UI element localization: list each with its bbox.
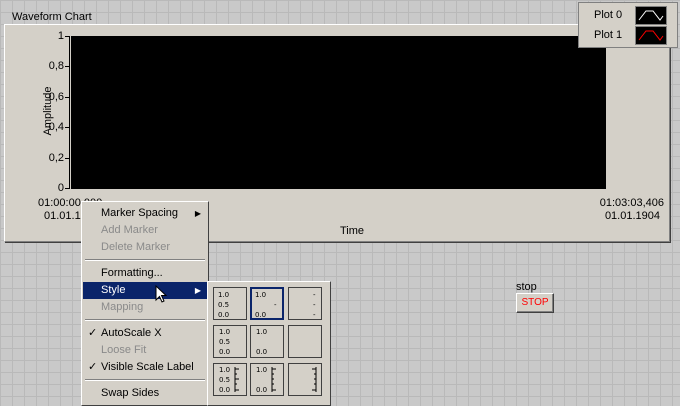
scale-style-tick: 1.0	[219, 366, 231, 374]
mouse-cursor-icon	[155, 285, 168, 303]
x-start-date: 01.01.1	[44, 210, 81, 222]
scale-style-option[interactable]: 1.0 0.5 0.0	[213, 325, 247, 358]
scale-style-tick: -	[313, 311, 316, 319]
scale-style-option[interactable]: 1.0 0.5 0.0	[213, 287, 247, 320]
submenu-arrow-icon: ▶	[194, 286, 201, 295]
menu-item-add-marker: Add Marker	[83, 222, 207, 239]
style-submenu: 1.0 0.5 0.0 1.0 - 0.0 - - - 1.0 0.5 0.0 …	[207, 281, 331, 406]
scale-style-tick: 0.0	[256, 348, 268, 356]
menu-item-label: Marker Spacing	[101, 207, 179, 219]
y-tick-mark	[65, 158, 70, 159]
legend-item-plot-0[interactable]: Plot 0	[581, 5, 675, 25]
menu-item-label: Delete Marker	[101, 241, 171, 253]
scale-style-option[interactable]: 1.0 0.0	[250, 325, 284, 358]
menu-item-label: Style	[101, 284, 126, 296]
scale-style-tick: 1.0	[219, 328, 231, 336]
scale-style-option[interactable]: - - -	[288, 287, 322, 320]
menu-item-formatting[interactable]: Formatting...	[83, 265, 207, 282]
y-tick-mark	[65, 127, 70, 128]
menu-separator	[85, 319, 205, 321]
scale-style-tick: 1.0	[255, 291, 267, 299]
y-tick-label: 0	[57, 182, 64, 194]
legend-item-plot-1[interactable]: Plot 1	[581, 25, 675, 45]
scale-ruler-icon	[234, 367, 239, 392]
scale-style-tick: 1.0	[218, 291, 230, 299]
plot-area[interactable]	[71, 36, 606, 189]
plot-legend[interactable]: Plot 0 Plot 1	[578, 2, 678, 48]
scale-style-option[interactable]: 1.0 0.5 0.0	[213, 363, 247, 396]
menu-item-label: Swap Sides	[101, 387, 160, 399]
x-axis-label: Time	[340, 225, 365, 237]
plot-1-swatch-icon[interactable]	[635, 26, 667, 45]
menu-item-label: Loose Fit	[101, 344, 147, 356]
menu-item-autoscale-x[interactable]: ✓ AutoScale X	[83, 325, 207, 342]
scale-style-tick: 1.0	[256, 328, 268, 336]
legend-label: Plot 1	[594, 29, 623, 41]
y-tick-label: 0,2	[48, 152, 64, 164]
chart-title: Waveform Chart	[12, 11, 92, 23]
menu-item-label: Formatting...	[101, 267, 163, 279]
y-tick-mark	[65, 188, 70, 189]
scale-style-tick: 0.0	[256, 386, 268, 394]
legend-label: Plot 0	[594, 9, 623, 21]
scale-style-option[interactable]	[288, 363, 322, 396]
menu-item-delete-marker: Delete Marker	[83, 239, 207, 256]
plot-0-swatch-icon[interactable]	[635, 6, 667, 25]
y-tick-mark	[65, 97, 70, 98]
x-end-date: 01.01.1904	[604, 210, 660, 222]
x-end-time: 01:03:03,406	[599, 197, 664, 209]
scale-style-option-selected[interactable]: 1.0 - 0.0	[250, 287, 284, 320]
stop-button[interactable]: STOP	[516, 293, 554, 313]
y-tick-label: 1	[57, 30, 64, 42]
menu-item-style[interactable]: Style ▶	[83, 282, 207, 299]
context-menu: Marker Spacing ▶ Add Marker Delete Marke…	[81, 201, 209, 406]
scale-style-tick: 0.0	[218, 311, 230, 319]
menu-item-label: Visible Scale Label	[101, 361, 194, 373]
scale-style-option[interactable]	[288, 325, 322, 358]
menu-item-loose-fit: Loose Fit	[83, 342, 207, 359]
scale-style-tick: 0.0	[219, 348, 231, 356]
submenu-arrow-icon: ▶	[194, 209, 201, 218]
scale-style-tick: 1.0	[256, 366, 268, 374]
y-axis-label: Amplitude	[42, 86, 54, 136]
scale-style-tick: 0.5	[218, 301, 230, 309]
y-tick-mark	[65, 36, 70, 37]
menu-item-label: AutoScale X	[101, 327, 162, 339]
checkmark-icon: ✓	[88, 327, 98, 339]
menu-item-label: Mapping	[101, 301, 144, 313]
y-axis-line	[69, 36, 70, 189]
scale-style-tick: -	[313, 291, 316, 299]
menu-item-mapping: Mapping	[83, 299, 207, 316]
scale-style-tick: -	[274, 301, 277, 309]
scale-style-tick: 0.0	[219, 386, 231, 394]
menu-item-visible-scale-label[interactable]: ✓ Visible Scale Label	[83, 359, 207, 376]
menu-separator	[85, 379, 205, 381]
scale-style-tick: 0.0	[255, 311, 267, 319]
y-tick-mark	[65, 66, 70, 67]
menu-item-swap-sides[interactable]: Swap Sides	[83, 385, 207, 402]
checkmark-icon: ✓	[88, 361, 98, 373]
y-tick-label: 0,8	[48, 60, 64, 72]
stop-label: stop	[516, 281, 537, 293]
scale-ruler-icon	[312, 367, 317, 392]
scale-style-option[interactable]: 1.0 0.0	[250, 363, 284, 396]
scale-style-tick: 0.5	[219, 376, 231, 384]
menu-item-label: Add Marker	[101, 224, 158, 236]
menu-separator	[85, 259, 205, 261]
scale-ruler-icon	[271, 367, 276, 392]
scale-style-tick: -	[313, 301, 316, 309]
scale-style-tick: 0.5	[219, 338, 231, 346]
menu-item-marker-spacing[interactable]: Marker Spacing ▶	[83, 205, 207, 222]
